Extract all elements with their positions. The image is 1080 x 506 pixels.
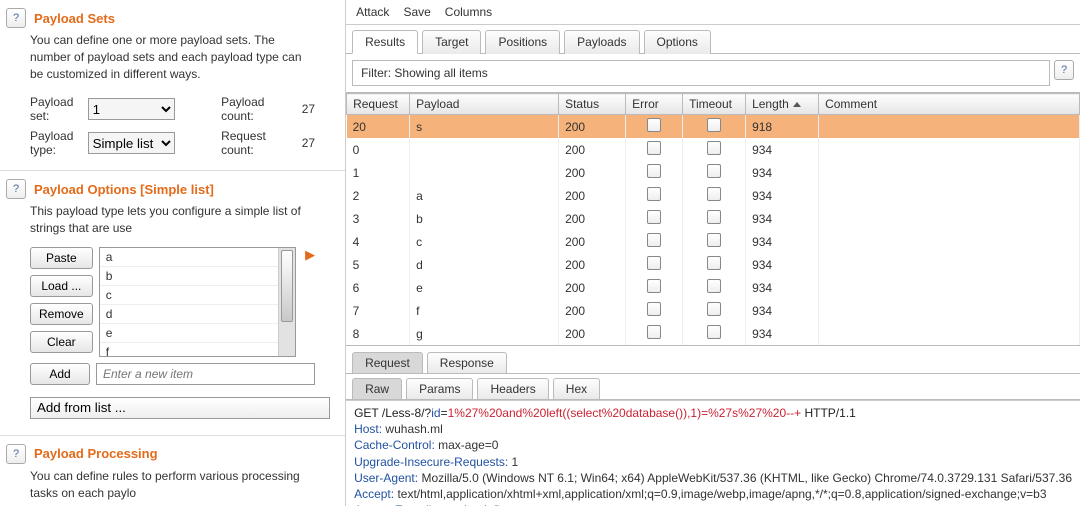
table-row[interactable]: 8g200934 — [347, 322, 1080, 345]
payload-options-section: ? Payload Options [Simple list] This pay… — [0, 171, 345, 436]
request-count-label: Request count: — [221, 129, 296, 157]
table-row[interactable]: 0200934 — [347, 138, 1080, 161]
help-icon[interactable]: ? — [6, 8, 26, 28]
payload-type-select[interactable]: Simple list — [88, 132, 176, 154]
intruder-left-panel: ? Payload Sets You can define one or mor… — [0, 0, 346, 506]
checkbox-icon — [707, 187, 721, 201]
attack-results-panel: Attack Save Columns Results Target Posit… — [346, 0, 1080, 506]
payload-processing-title: Payload Processing — [34, 446, 158, 461]
table-row[interactable]: 5d200934 — [347, 253, 1080, 276]
tab-positions[interactable]: Positions — [485, 30, 560, 54]
checkbox-icon — [707, 233, 721, 247]
checkbox-icon — [647, 141, 661, 155]
tab-request[interactable]: Request — [352, 352, 423, 373]
checkbox-icon — [647, 256, 661, 270]
tab-options[interactable]: Options — [644, 30, 711, 54]
payload-set-label: Payload set: — [30, 95, 82, 123]
help-icon[interactable]: ? — [1054, 60, 1074, 80]
list-item[interactable]: c — [100, 286, 295, 305]
results-table: Request Payload Status Error Timeout Len… — [346, 92, 1080, 346]
payload-sets-title: Payload Sets — [34, 11, 115, 26]
payload-type-label: Payload type: — [30, 129, 82, 157]
list-item[interactable]: d — [100, 305, 295, 324]
checkbox-icon — [647, 164, 661, 178]
table-row[interactable]: 3b200934 — [347, 207, 1080, 230]
checkbox-icon — [647, 302, 661, 316]
list-item[interactable]: b — [100, 267, 295, 286]
checkbox-icon — [707, 325, 721, 339]
tab-hex[interactable]: Hex — [553, 378, 600, 399]
checkbox-icon — [707, 210, 721, 224]
editor-tabs: Raw Params Headers Hex — [346, 374, 1080, 400]
filter-bar[interactable]: Filter: Showing all items — [352, 60, 1050, 86]
checkbox-icon — [707, 256, 721, 270]
add-from-list-select[interactable]: Add from list ... — [30, 397, 330, 419]
checkbox-icon — [647, 279, 661, 293]
payload-options-title: Payload Options [Simple list] — [34, 182, 214, 197]
checkbox-icon — [707, 118, 721, 132]
checkbox-icon — [707, 302, 721, 316]
table-row[interactable]: 20s200918 — [347, 115, 1080, 139]
list-item[interactable]: f — [100, 343, 295, 357]
list-item[interactable]: e — [100, 324, 295, 343]
col-status[interactable]: Status — [559, 94, 626, 115]
request-response-tabs: Request Response — [346, 346, 1080, 374]
tab-target[interactable]: Target — [422, 30, 481, 54]
table-row[interactable]: 2a200934 — [347, 184, 1080, 207]
clear-button[interactable]: Clear — [30, 331, 93, 353]
menu-attack[interactable]: Attack — [356, 5, 389, 19]
remove-button[interactable]: Remove — [30, 303, 93, 325]
payload-list[interactable]: abcdef — [99, 247, 296, 357]
checkbox-icon — [647, 118, 661, 132]
list-item[interactable]: a — [100, 248, 295, 267]
menu-columns[interactable]: Columns — [445, 5, 492, 19]
payload-sets-desc: You can define one or more payload sets.… — [0, 32, 345, 92]
tab-results[interactable]: Results — [352, 30, 418, 54]
checkbox-icon — [647, 187, 661, 201]
paste-button[interactable]: Paste — [30, 247, 93, 269]
request-count-value: 27 — [302, 136, 315, 150]
new-item-input[interactable] — [96, 363, 315, 385]
checkbox-icon — [647, 233, 661, 247]
load-button[interactable]: Load ... — [30, 275, 93, 297]
table-row[interactable]: 4c200934 — [347, 230, 1080, 253]
menu-bar: Attack Save Columns — [346, 0, 1080, 25]
checkbox-icon — [707, 141, 721, 155]
checkbox-icon — [707, 164, 721, 178]
payload-processing-desc: You can define rules to perform various … — [0, 468, 345, 506]
payload-processing-section: ? Payload Processing You can define rule… — [0, 436, 345, 506]
scrollbar[interactable] — [278, 248, 295, 356]
col-comment[interactable]: Comment — [819, 94, 1080, 115]
col-payload[interactable]: Payload — [410, 94, 559, 115]
col-request[interactable]: Request — [347, 94, 410, 115]
sort-asc-icon — [793, 102, 801, 107]
tab-payloads[interactable]: Payloads — [564, 30, 639, 54]
results-tabs: Results Target Positions Payloads Option… — [346, 25, 1080, 54]
table-row[interactable]: 1200934 — [347, 161, 1080, 184]
payload-count-label: Payload count: — [221, 95, 296, 123]
payload-sets-section: ? Payload Sets You can define one or mor… — [0, 0, 345, 171]
table-row[interactable]: 6e200934 — [347, 276, 1080, 299]
tab-response[interactable]: Response — [427, 352, 507, 373]
checkbox-icon — [647, 325, 661, 339]
tab-headers[interactable]: Headers — [477, 378, 548, 399]
table-row[interactable]: 7f200934 — [347, 299, 1080, 322]
add-button[interactable]: Add — [30, 363, 90, 385]
menu-save[interactable]: Save — [403, 5, 430, 19]
help-icon[interactable]: ? — [6, 179, 26, 199]
payload-set-select[interactable]: 1 — [88, 98, 176, 120]
tab-raw[interactable]: Raw — [352, 378, 402, 399]
col-error[interactable]: Error — [626, 94, 683, 115]
raw-request-view[interactable]: GET /Less-8/?id=1%27%20and%20left((selec… — [346, 400, 1080, 506]
checkbox-icon — [647, 210, 661, 224]
help-icon[interactable]: ? — [6, 444, 26, 464]
payload-count-value: 27 — [302, 102, 315, 116]
checkbox-icon — [707, 279, 721, 293]
chevron-right-icon: ▶ — [305, 247, 315, 263]
col-timeout[interactable]: Timeout — [683, 94, 746, 115]
payload-options-desc: This payload type lets you configure a s… — [0, 203, 345, 247]
scroll-thumb[interactable] — [281, 250, 293, 322]
tab-params[interactable]: Params — [406, 378, 473, 399]
col-length[interactable]: Length — [746, 94, 819, 115]
